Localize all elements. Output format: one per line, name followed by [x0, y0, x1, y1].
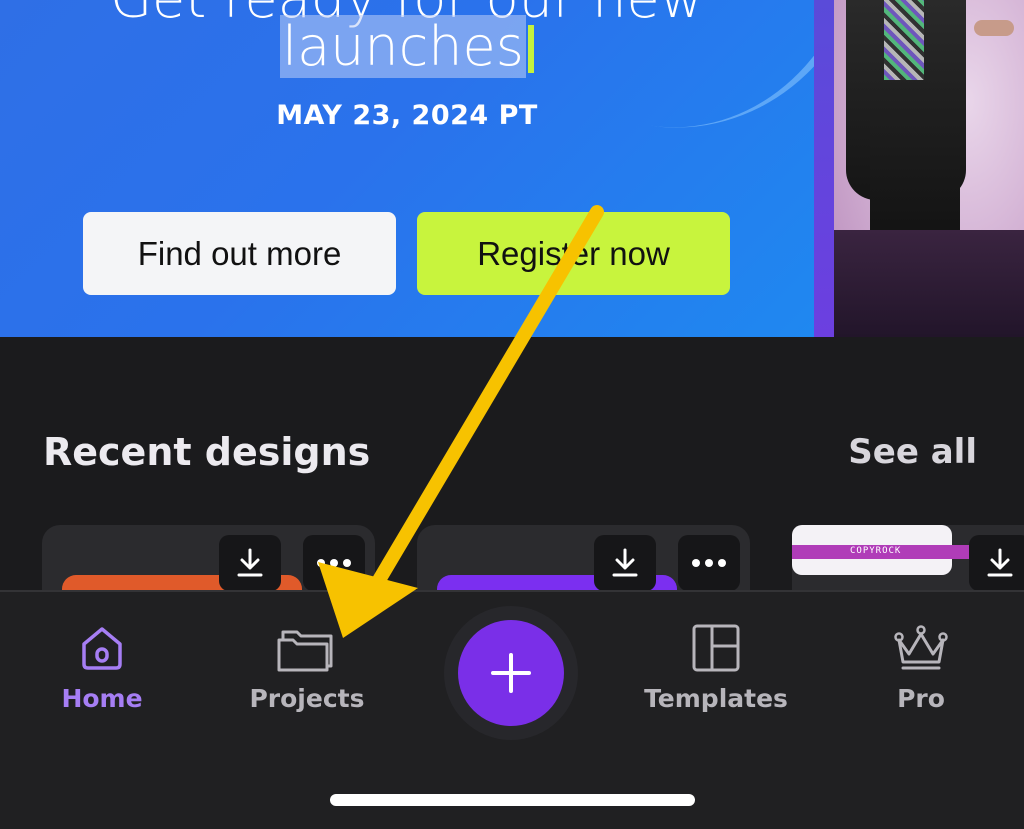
more-dots-icon	[317, 559, 351, 567]
presenter-hand	[974, 20, 1014, 36]
recent-designs-title: Recent designs	[43, 430, 371, 474]
audience	[834, 230, 1024, 337]
download-icon	[612, 548, 638, 577]
event-photo[interactable]	[834, 0, 1024, 337]
plus-icon	[491, 653, 531, 693]
promo-banner[interactable]: Get ready for our new launches MAY 23, 2…	[0, 0, 814, 337]
thumbnail-text: COPYROCK	[850, 546, 902, 556]
register-now-button[interactable]: Register now	[417, 212, 730, 295]
design-thumbnail[interactable]: COPYROCK	[792, 525, 1024, 575]
selected-text: launches	[280, 15, 526, 78]
nav-home-label: Home	[61, 684, 143, 713]
layout-icon	[692, 624, 740, 672]
nav-templates-label: Templates	[644, 684, 788, 713]
download-button[interactable]	[594, 535, 656, 591]
download-icon	[237, 548, 263, 577]
more-options-button[interactable]	[678, 535, 740, 591]
nav-pro[interactable]: Pro	[821, 622, 1021, 713]
create-button[interactable]	[458, 620, 564, 726]
text-caret	[527, 25, 534, 73]
crown-icon	[894, 625, 948, 670]
nav-pro-label: Pro	[897, 684, 945, 713]
banner-divider	[814, 0, 834, 337]
banner-date: MAY 23, 2024 PT	[276, 100, 538, 131]
download-icon	[987, 548, 1013, 577]
more-options-button[interactable]	[303, 535, 365, 591]
nav-templates[interactable]: Templates	[616, 622, 816, 713]
more-dots-icon	[692, 559, 726, 567]
nav-home[interactable]: Home	[2, 622, 202, 713]
download-button[interactable]	[219, 535, 281, 591]
nav-projects[interactable]: Projects	[207, 622, 407, 713]
download-button[interactable]	[969, 535, 1024, 591]
find-out-more-button[interactable]: Find out more	[83, 212, 396, 295]
banner-headline-line2: launches	[0, 15, 814, 78]
see-all-link[interactable]: See all	[848, 432, 977, 472]
home-indicator	[330, 794, 695, 806]
home-icon	[82, 627, 122, 670]
sequin-jacket	[884, 0, 924, 80]
nav-projects-label: Projects	[249, 684, 365, 713]
folder-icon	[277, 630, 333, 672]
